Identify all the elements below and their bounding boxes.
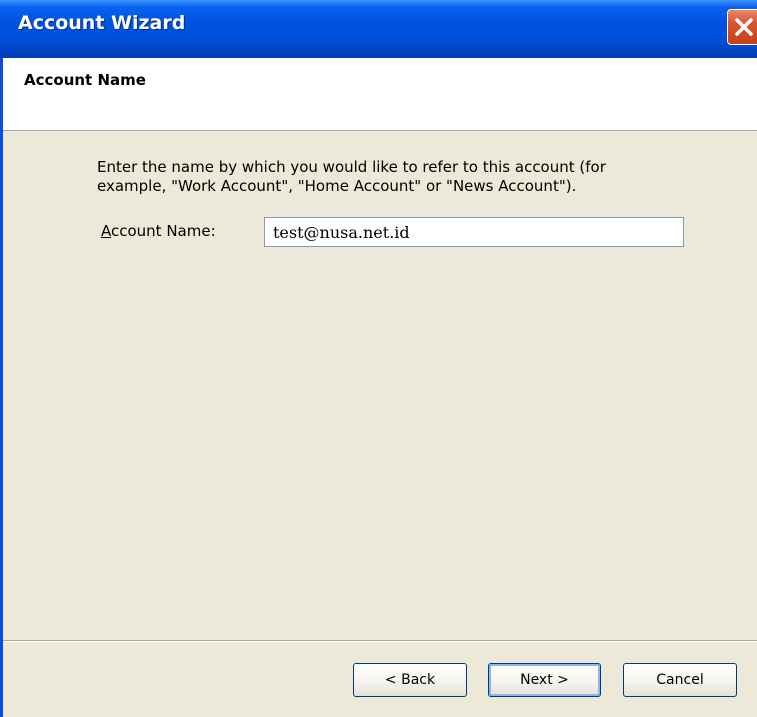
page-title: Account Name <box>24 71 146 89</box>
description-line-2: example, "Work Account", "Home Account" … <box>97 177 577 195</box>
next-button[interactable]: Next > <box>488 663 601 697</box>
wizard-header: Account Name <box>3 58 757 131</box>
close-icon <box>735 18 753 36</box>
button-separator <box>3 640 757 642</box>
close-button[interactable] <box>727 9 757 45</box>
cancel-button[interactable]: Cancel <box>623 663 737 697</box>
description-line-1: Enter the name by which you would like t… <box>97 158 606 176</box>
account-name-label-accesskey: A <box>101 222 111 240</box>
title-bar[interactable]: Account Wizard <box>0 0 757 58</box>
back-button[interactable]: < Back <box>353 663 467 697</box>
account-name-input[interactable] <box>264 217 684 247</box>
window-title: Account Wizard <box>18 12 186 34</box>
account-wizard-dialog: Account Wizard Account Name Enter the na… <box>0 0 757 717</box>
description-text: Enter the name by which you would like t… <box>97 158 697 196</box>
window-frame-left <box>0 58 3 717</box>
account-name-label-text: ccount Name: <box>111 222 216 240</box>
account-name-label: Account Name: <box>101 222 216 240</box>
